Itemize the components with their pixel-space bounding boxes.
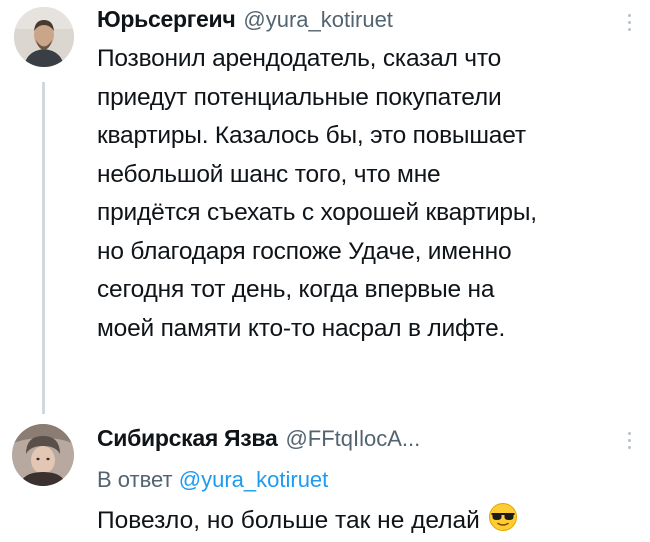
tweet-text: Позвонил арендодатель, сказал что приеду… — [97, 40, 537, 348]
tweet-header: Сибирская Язва @FFtqIlocA... — [97, 425, 420, 452]
more-options-icon[interactable] — [626, 432, 632, 449]
reply-prefix: В ответ — [97, 467, 173, 492]
avatar-photo-icon — [14, 7, 74, 67]
tweet-text-line: Позвонил арендодатель, сказал что — [97, 45, 502, 72]
author-name[interactable]: Сибирская Язва — [97, 425, 278, 452]
author-handle[interactable]: @FFtqIlocA... — [285, 426, 420, 452]
tweet-text-line: моей памяти кто-то насрал в лифте. — [97, 314, 506, 342]
more-options-icon[interactable] — [626, 14, 632, 31]
author-name[interactable]: Юрьсергеич — [97, 6, 236, 33]
tweet-text-line: приедут потенциальные покупатели — [97, 83, 502, 111]
tweet-text-line: квартиры. Казалось бы, это повышает — [97, 122, 526, 149]
tweet-text-line: небольшой шанс того, что мне — [97, 160, 441, 188]
reply-text-content: Повезло, но больше так не делай — [97, 506, 480, 534]
reply-mention-link[interactable]: @yura_kotiruet — [179, 467, 329, 492]
tweet-text-line: придётся съехать с хорошей квартиры, — [97, 199, 537, 226]
tweet-header: Юрьсергеич @yura_kotiruet — [97, 6, 393, 33]
avatar[interactable] — [12, 424, 74, 486]
sunglasses-face-icon — [488, 502, 518, 539]
reply-context: В ответ @yura_kotiruet — [97, 467, 328, 493]
thread-connector-line — [42, 82, 45, 414]
author-handle[interactable]: @yura_kotiruet — [243, 7, 393, 33]
tweet-text-line: сегодня тот день, когда впервые на — [97, 276, 495, 303]
tweet-text: Повезло, но больше так не делай — [97, 502, 518, 539]
tweet-text-line: но благодаря госпоже Удаче, именно — [97, 237, 512, 265]
avatar-photo-icon — [12, 424, 74, 486]
avatar[interactable] — [14, 7, 74, 67]
